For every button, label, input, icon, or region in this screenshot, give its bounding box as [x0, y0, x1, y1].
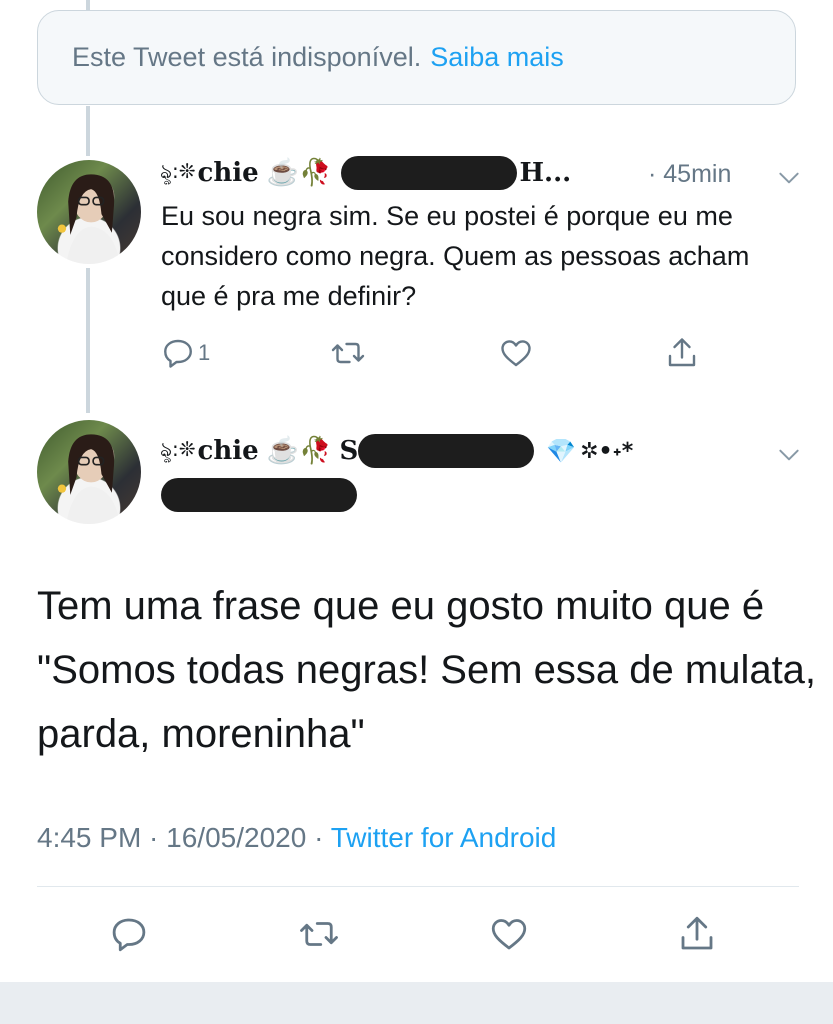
redaction-bar [358, 434, 535, 468]
thread-line [86, 106, 90, 156]
reply-count: 1 [198, 340, 211, 365]
name-emoji: ☕️🥀 [266, 158, 332, 188]
tweet-time[interactable]: · 45min [648, 160, 731, 189]
name-trail: H... [519, 158, 572, 188]
like-icon [488, 913, 530, 955]
chevron-down-icon[interactable] [776, 165, 802, 191]
name-prefix: ৡ:❊ [160, 158, 196, 183]
gem-emoji: 💎 [546, 437, 577, 465]
main-tweet-text: Tem uma frase que eu gosto muito que é "… [37, 584, 817, 756]
name-prefix: ৡ:❊ [160, 436, 196, 461]
share-icon [676, 913, 718, 955]
sparkle-text: ✲•˖* [580, 438, 634, 464]
like-icon [498, 335, 534, 371]
learn-more-link[interactable]: Saiba mais [430, 42, 564, 73]
bottom-bar [0, 982, 833, 1024]
reply-icon [160, 335, 196, 371]
unavailable-message: Este Tweet está indisponível. [72, 42, 422, 72]
main-tweet-author[interactable]: ৡ:❊ chie ☕️🥀 S 💎 ✲•˖* [160, 434, 633, 468]
share-button[interactable] [676, 913, 718, 955]
redacted-handle [161, 478, 357, 512]
retweet-icon [298, 913, 340, 955]
like-button[interactable] [498, 335, 534, 371]
reply-tweet-author[interactable]: ৡ:❊ chie ☕️🥀 H... [160, 156, 571, 190]
reply-button[interactable]: 1 [160, 335, 210, 371]
retweet-button[interactable] [330, 335, 366, 371]
divider [37, 886, 799, 887]
share-icon [664, 335, 700, 371]
reply-button[interactable] [108, 913, 150, 955]
chevron-down-icon[interactable] [776, 442, 802, 468]
tweet-source-link[interactable]: Twitter for Android [331, 822, 557, 853]
like-button[interactable] [488, 913, 530, 955]
reply-tweet-text: Eu sou negra sim. Se eu postei é porque … [161, 201, 750, 311]
retweet-button[interactable] [298, 913, 340, 955]
display-name: chie [197, 158, 259, 188]
tweet-meta: 4:45 PM · 16/05/2020 · Twitter for Andro… [37, 822, 556, 854]
thread-line [86, 268, 90, 413]
display-name: chie [197, 436, 259, 466]
share-button[interactable] [664, 335, 700, 371]
retweet-icon [330, 335, 366, 371]
unavailable-tweet-card: Este Tweet está indisponível. Saiba mais [37, 10, 796, 105]
name-trail: S [339, 436, 359, 466]
avatar[interactable] [37, 160, 141, 264]
avatar[interactable] [37, 420, 141, 524]
name-emoji: ☕️🥀 [266, 436, 332, 466]
redaction-bar [341, 156, 518, 190]
reply-icon [108, 913, 150, 955]
tweet-timestamp: 4:45 PM · 16/05/2020 · [37, 822, 324, 853]
